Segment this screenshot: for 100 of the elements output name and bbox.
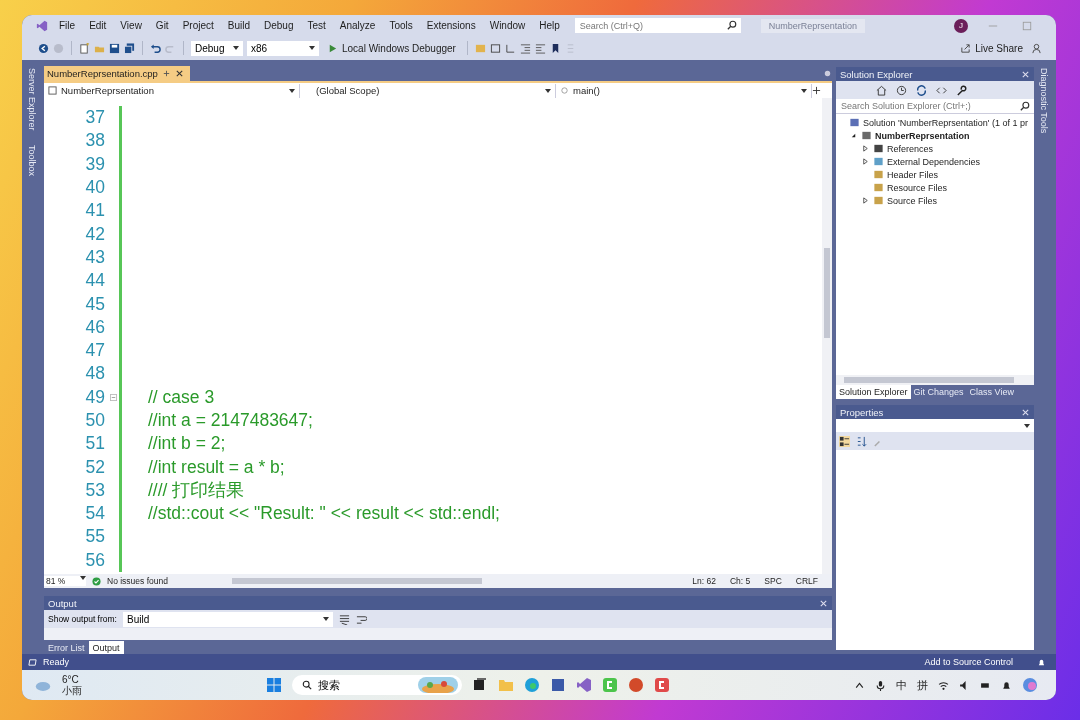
- app-icon[interactable]: [654, 677, 670, 693]
- line-number: 49: [84, 386, 105, 408]
- menu-item[interactable]: Extensions: [419, 20, 483, 31]
- close-icon[interactable]: [1021, 69, 1030, 79]
- input-method-indicator[interactable]: 拼: [917, 677, 928, 693]
- app-icon[interactable]: [550, 677, 566, 693]
- tree-item[interactable]: Source Files: [887, 195, 938, 206]
- weather-text: 小雨: [62, 685, 82, 696]
- expand-arrow-icon[interactable]: [862, 197, 869, 204]
- menu-item[interactable]: Build: [220, 20, 257, 31]
- undo-icon[interactable]: [150, 42, 161, 54]
- notification-bell-icon[interactable]: [1037, 657, 1046, 667]
- categorized-icon[interactable]: [839, 435, 850, 447]
- menu-item[interactable]: Help: [532, 20, 567, 31]
- zoom-dropdown[interactable]: 81 %: [44, 576, 86, 586]
- menu-item[interactable]: View: [113, 20, 149, 31]
- panel-tab[interactable]: Output: [88, 641, 124, 654]
- menu-item[interactable]: Analyze: [332, 20, 383, 31]
- search-field[interactable]: Search Solution Explorer (Ctrl+;): [836, 99, 1034, 113]
- toolbar-icon[interactable]: [489, 42, 501, 54]
- outdent-icon[interactable]: [534, 42, 546, 54]
- close-icon[interactable]: [174, 69, 184, 78]
- feedback-icon[interactable]: [1031, 42, 1042, 54]
- close-icon[interactable]: [1021, 407, 1030, 417]
- close-icon[interactable]: [819, 598, 828, 608]
- scope-dropdown[interactable]: (Global Scope): [300, 83, 556, 98]
- indent-icon[interactable]: [519, 42, 531, 54]
- pin-icon[interactable]: [161, 69, 171, 78]
- menu-item[interactable]: Window: [482, 20, 533, 31]
- browser-icon[interactable]: [524, 677, 540, 693]
- wifi-icon[interactable]: [938, 679, 949, 691]
- task-view-icon[interactable]: [472, 677, 488, 693]
- new-item-icon[interactable]: [79, 42, 90, 54]
- start-debugging-button[interactable]: Local Windows Debugger: [323, 42, 460, 54]
- home-icon[interactable]: [876, 84, 887, 96]
- line-number: 38: [84, 130, 105, 152]
- word-wrap-icon[interactable]: [356, 613, 367, 625]
- line-number: 40: [84, 177, 105, 199]
- split-icon[interactable]: [812, 86, 821, 95]
- live-share-button[interactable]: Live Share: [956, 42, 1027, 54]
- sort-alphabetical-icon[interactable]: [856, 435, 867, 447]
- platform-dropdown[interactable]: x86: [247, 40, 319, 56]
- toolbar-icon[interactable]: [504, 42, 516, 54]
- tree-item[interactable]: References: [887, 143, 934, 154]
- menu-item[interactable]: File: [52, 20, 83, 31]
- menu-item[interactable]: Edit: [82, 20, 114, 31]
- expand-arrow-icon[interactable]: [862, 158, 869, 165]
- tree-item[interactable]: Resource Files: [887, 182, 948, 193]
- source-control-button[interactable]: Add to Source Control: [918, 656, 1019, 668]
- back-icon[interactable]: [38, 42, 49, 54]
- issues-status[interactable]: No issues found: [107, 576, 168, 586]
- clear-all-icon[interactable]: [339, 613, 350, 625]
- side-tab[interactable]: Diagnostic Tools: [1039, 68, 1049, 134]
- share-icon: [960, 42, 972, 54]
- side-tab[interactable]: Server Explorer: [27, 68, 37, 131]
- notification-icon[interactable]: [1001, 679, 1012, 691]
- panel-tab[interactable]: Class View: [966, 385, 1017, 399]
- tree-item[interactable]: Solution 'NumberReprsentation' (1 of 1 pr: [863, 117, 1029, 128]
- configuration-dropdown[interactable]: Debug: [191, 40, 243, 56]
- collapse-icon[interactable]: [110, 393, 117, 401]
- save-icon[interactable]: [109, 42, 120, 54]
- document-tab[interactable]: NumberReprsentation.cpp: [44, 66, 190, 81]
- taskbar-search[interactable]: 搜索: [292, 675, 462, 695]
- wrench-icon[interactable]: [956, 84, 967, 96]
- member-dropdown[interactable]: main(): [556, 83, 812, 98]
- side-tab[interactable]: Toolbox: [27, 144, 37, 176]
- copilot-icon[interactable]: [1022, 677, 1038, 693]
- app-icon[interactable]: [628, 677, 644, 693]
- history-icon[interactable]: [896, 84, 907, 96]
- line-number: 48: [84, 363, 105, 385]
- collapse-arrow-icon[interactable]: [850, 132, 857, 139]
- menu-item[interactable]: Tools: [382, 20, 420, 31]
- menu-item[interactable]: Project: [175, 20, 221, 31]
- expand-arrow-icon[interactable]: [862, 145, 869, 152]
- scrollbar-thumb[interactable]: [844, 377, 1014, 383]
- line-number: 54: [84, 503, 105, 525]
- refresh-icon[interactable]: [916, 84, 927, 96]
- search-field[interactable]: Search (Ctrl+Q): [574, 18, 741, 33]
- account-avatar[interactable]: J: [954, 18, 968, 33]
- menu-item[interactable]: Test: [300, 20, 333, 31]
- tree-item[interactable]: External Dependencies: [887, 156, 981, 167]
- output-source-dropdown[interactable]: Build: [123, 611, 333, 627]
- dropdown-arrow-icon: [323, 617, 329, 621]
- scrollbar-thumb[interactable]: [231, 578, 482, 584]
- visual-studio-icon[interactable]: [576, 677, 592, 693]
- tree-item[interactable]: Header Files: [887, 169, 939, 180]
- microphone-icon[interactable]: [875, 679, 886, 691]
- scrollbar-thumb[interactable]: [824, 248, 830, 338]
- windows-start-icon[interactable]: [266, 677, 282, 693]
- panel-tab[interactable]: Error List: [44, 641, 89, 654]
- chevron-up-icon[interactable]: [854, 679, 865, 691]
- save-all-icon[interactable]: [124, 42, 135, 54]
- panel-tab[interactable]: Git Changes: [910, 385, 967, 399]
- tree-item[interactable]: NumberReprsentation: [875, 130, 970, 141]
- menu-item[interactable]: Git: [148, 20, 176, 31]
- input-method-indicator[interactable]: 中: [896, 677, 907, 693]
- code-comment: // case 3: [148, 386, 215, 408]
- project-dropdown[interactable]: NumberReprsentation: [44, 83, 300, 98]
- menu-item[interactable]: Debug: [257, 20, 301, 31]
- panel-tab[interactable]: Solution Explorer: [836, 385, 911, 399]
